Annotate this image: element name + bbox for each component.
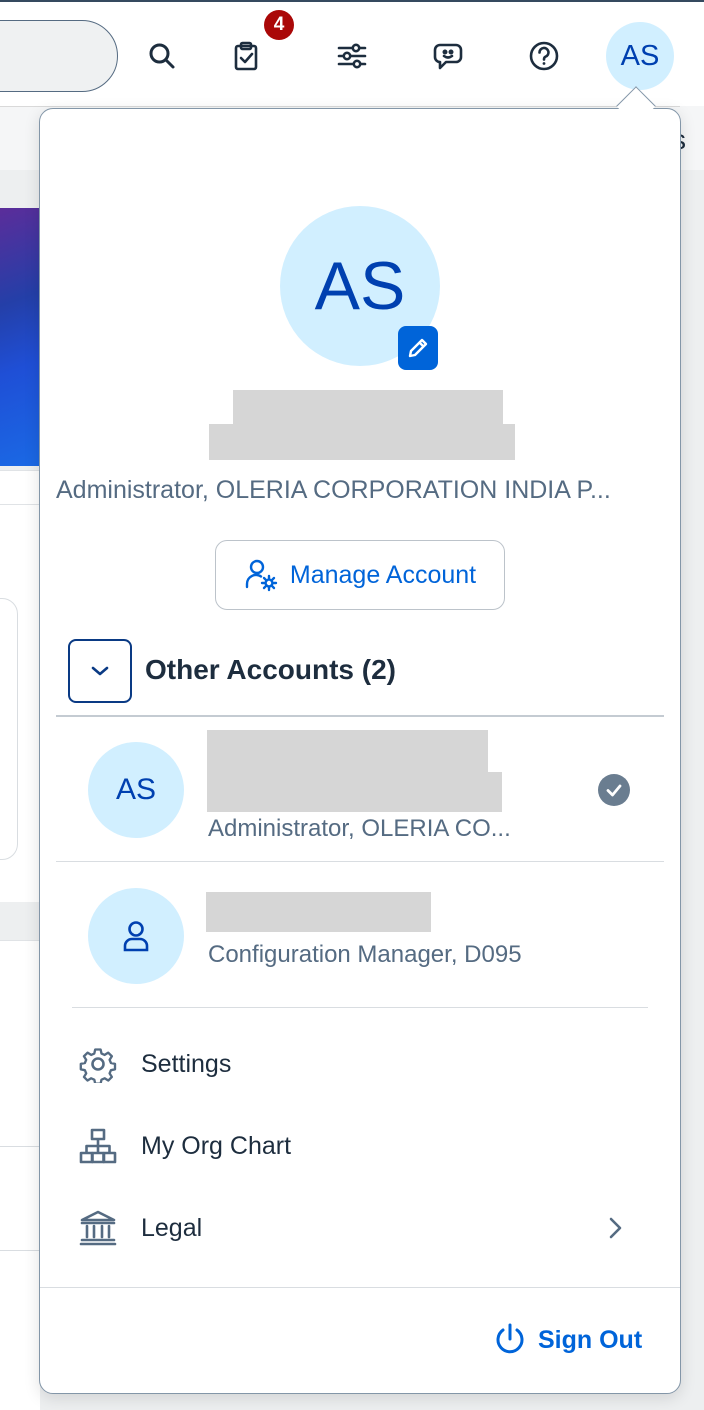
- manage-account-label: Manage Account: [289, 560, 477, 589]
- feedback-button[interactable]: [414, 22, 482, 90]
- manage-account-button[interactable]: Manage Account: [215, 540, 505, 610]
- account-role: Configuration Manager, D095: [208, 941, 522, 968]
- search-icon: [149, 43, 175, 69]
- background-divider: [0, 1146, 40, 1147]
- help-button[interactable]: [510, 22, 578, 90]
- power-icon: [496, 1323, 524, 1354]
- active-account-check-icon: [598, 774, 630, 806]
- redacted-account-name: [206, 892, 431, 932]
- background-divider: [0, 1250, 40, 1251]
- background-card: [0, 940, 40, 1410]
- shell-divider: [0, 106, 680, 107]
- org-chart-icon: [78, 1126, 118, 1166]
- menu-item-org-chart[interactable]: My Org Chart: [56, 1110, 666, 1182]
- shell-bar: 4 AS: [0, 0, 704, 107]
- user-settings-icon: [245, 559, 278, 592]
- background-tile: [0, 598, 18, 860]
- accounts-section-divider: [72, 1007, 648, 1008]
- gear-icon: [78, 1044, 118, 1084]
- other-accounts-title: Other Accounts (2): [145, 654, 396, 685]
- edit-avatar-button[interactable]: [398, 326, 438, 370]
- menu-item-label: Legal: [141, 1213, 203, 1242]
- notification-badge: 4: [264, 10, 294, 40]
- task-clipboard-icon: [234, 41, 258, 71]
- shell-search-field[interactable]: [0, 20, 118, 92]
- feedback-chat-icon: [433, 43, 463, 70]
- pencil-icon: [408, 338, 428, 358]
- redacted-account-email: [207, 772, 502, 812]
- account-divider: [56, 861, 664, 862]
- chevron-right-icon: [604, 1213, 628, 1243]
- account-avatar: [88, 888, 184, 984]
- search-button[interactable]: [128, 22, 196, 90]
- settings-sliders-icon: [337, 43, 367, 69]
- legal-building-icon: [78, 1208, 118, 1248]
- redacted-user-name: [233, 390, 503, 426]
- sign-out-label: Sign Out: [538, 1325, 643, 1354]
- footer-divider: [40, 1287, 680, 1288]
- menu-item-label: Settings: [141, 1049, 232, 1078]
- person-icon: [123, 921, 149, 952]
- help-icon: [529, 41, 559, 71]
- other-accounts-divider: [56, 715, 664, 717]
- account-role: Administrator, OLERIA CO...: [208, 815, 511, 842]
- profile-role: Administrator, OLERIA CORPORATION INDIA …: [56, 476, 611, 504]
- background-card: [0, 470, 40, 504]
- settings-sliders-button[interactable]: [318, 22, 386, 90]
- redacted-account-name: [207, 730, 488, 772]
- account-avatar: AS: [88, 742, 184, 838]
- user-avatar-button[interactable]: AS: [606, 22, 674, 90]
- menu-item-legal[interactable]: Legal: [56, 1192, 666, 1264]
- sign-out-button[interactable]: Sign Out: [492, 1320, 642, 1360]
- menu-item-label: My Org Chart: [141, 1131, 292, 1160]
- menu-item-settings[interactable]: Settings: [56, 1028, 666, 1100]
- other-accounts-toggle[interactable]: [68, 639, 132, 703]
- redacted-user-email: [209, 424, 515, 460]
- chevron-down-icon: [91, 666, 109, 676]
